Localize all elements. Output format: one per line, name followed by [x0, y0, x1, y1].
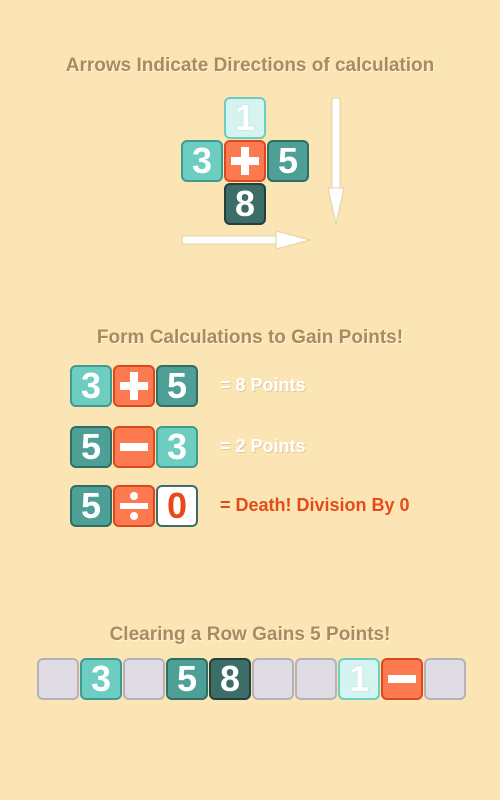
tile-value: 3: [90, 658, 112, 699]
calculations-heading: Form Calculations to Gain Points!: [96, 327, 404, 348]
example-tile-a[interactable]: 3: [70, 365, 112, 407]
tile-value: 8: [234, 183, 256, 224]
tile-value: 5: [176, 658, 198, 699]
right-arrow-icon: [181, 230, 312, 250]
tile-top[interactable]: 1: [224, 97, 266, 139]
example-tile-b[interactable]: 3: [156, 426, 198, 468]
row-heading: Clearing a Row Gains 5 Points!: [109, 624, 391, 645]
tile-value: 5: [166, 365, 188, 406]
row-cell-empty[interactable]: [123, 658, 165, 700]
row-operator-tile[interactable]: [381, 658, 423, 700]
tile-right[interactable]: 5: [267, 140, 309, 182]
tile-value: 8: [219, 658, 241, 699]
example-result-death: = Death! Division By 0: [220, 495, 410, 515]
tile-value: 3: [191, 140, 213, 181]
tile-value: 1: [234, 97, 256, 138]
row-cell-empty[interactable]: [252, 658, 294, 700]
tile-value: 5: [80, 426, 102, 467]
example-tile-b[interactable]: 0: [156, 485, 198, 527]
directions-heading: Arrows Indicate Directions of calculatio…: [65, 55, 435, 76]
operator-tile[interactable]: [113, 485, 155, 527]
plus-icon: [120, 372, 148, 400]
tile-value: 3: [166, 426, 188, 467]
down-arrow-icon: [327, 97, 345, 225]
tile-value: 0: [166, 485, 188, 526]
example-result: = 2 Points: [220, 436, 306, 456]
tile-left[interactable]: 3: [181, 140, 223, 182]
tile-value: 5: [80, 485, 102, 526]
example-tile-b[interactable]: 5: [156, 365, 198, 407]
row-cell[interactable]: 1: [338, 658, 380, 700]
operator-tile[interactable]: [113, 365, 155, 407]
tile-bottom[interactable]: 8: [224, 183, 266, 225]
row-cell-empty[interactable]: [424, 658, 466, 700]
operator-tile[interactable]: [224, 140, 266, 182]
example-tile-a[interactable]: 5: [70, 426, 112, 468]
minus-icon: [388, 665, 416, 693]
plus-icon: [231, 147, 259, 175]
operator-tile[interactable]: [113, 426, 155, 468]
row-cell-empty[interactable]: [37, 658, 79, 700]
example-tile-a[interactable]: 5: [70, 485, 112, 527]
example-result: = 8 Points: [220, 375, 306, 395]
tile-value: 3: [80, 365, 102, 406]
tile-value: 1: [348, 658, 370, 699]
divide-icon: [120, 492, 148, 520]
row-cell[interactable]: 8: [209, 658, 251, 700]
tile-value: 5: [277, 140, 299, 181]
row-cell[interactable]: 5: [166, 658, 208, 700]
row-cell-empty[interactable]: [295, 658, 337, 700]
row-cell[interactable]: 3: [80, 658, 122, 700]
minus-icon: [120, 433, 148, 461]
